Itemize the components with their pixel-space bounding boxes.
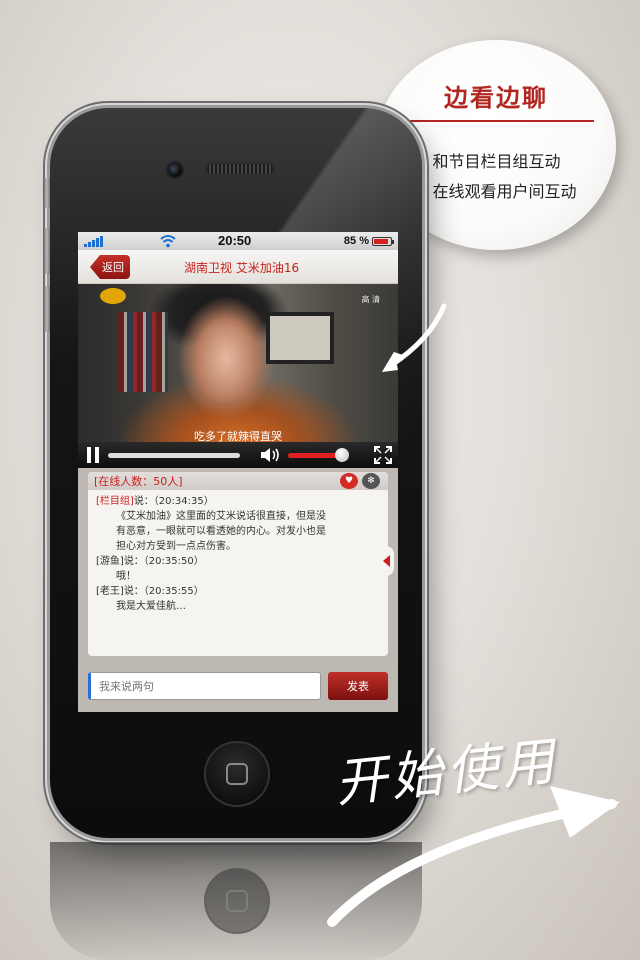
volume-icon[interactable]	[260, 447, 282, 463]
chat-message-list: [栏目组]说：（20:34:35） 《艾米加油》这里面的艾米说话很直接，但是没 …	[88, 490, 388, 614]
chat-message-text: 我是大爱佳航…	[116, 601, 186, 612]
chevron-left-icon[interactable]	[378, 546, 394, 576]
front-camera	[166, 161, 184, 179]
chat-sender: [游鱼]	[96, 556, 124, 567]
player-controls	[78, 442, 398, 468]
bubble-title: 边看边聊	[444, 84, 548, 112]
video-subtitle: 吃多了就辣得直哭	[194, 430, 282, 442]
back-button[interactable]: 返回	[90, 255, 130, 279]
wifi-icon	[160, 235, 176, 248]
chat-message: [老王]说：（20:35:55） 我是大爱佳航…	[96, 584, 356, 614]
bubble-divider	[408, 120, 594, 122]
arrow-icon	[382, 303, 447, 372]
bubble-item-program-interaction: • 和节目栏目组互动	[418, 152, 561, 171]
online-count: [在线人数：50人]	[94, 475, 183, 488]
video-player[interactable]: 高 清 吃多了就辣得直哭	[78, 284, 398, 442]
send-button[interactable]: 发表	[328, 672, 388, 700]
chat-input[interactable]	[88, 672, 321, 700]
pause-icon[interactable]	[86, 447, 100, 463]
chat-area: [在线人数：50人] ♥ ✻ [栏目组]说：（20:34:35） 《艾米加油》这…	[78, 468, 398, 712]
earpiece-speaker	[205, 162, 275, 176]
signal-icon	[84, 235, 103, 247]
chat-header: [在线人数：50人] ♥ ✻	[88, 472, 388, 490]
chat-message-text: 担心对方受到一点点伤害。	[116, 541, 236, 552]
start-arrow-icon[interactable]	[320, 780, 630, 930]
volume-slider[interactable]	[288, 448, 349, 462]
share-icon[interactable]: ✻	[362, 473, 380, 489]
chat-message: [游鱼]说：（20:35:50） 哦！	[96, 554, 356, 584]
app-screen: 20:50 85 % 返回 湖南卫视 艾米加油16 高 清 吃多了就辣得直哭 […	[78, 232, 398, 712]
chat-message-text: 有恶意，一眼就可以看透她的内心。对发小也是	[116, 526, 326, 537]
chat-message-text: 《艾米加油》这里面的艾米说话很直接，但是没	[116, 511, 326, 522]
chat-meta: 说：（20:35:55）	[123, 586, 204, 597]
channel-logo	[100, 288, 126, 304]
chat-meta: 说：（20:35:50）	[123, 556, 204, 567]
page-title: 湖南卫视 艾米加油16	[184, 261, 300, 275]
volume-down-button	[43, 286, 50, 332]
chat-input-row: 发表	[88, 672, 388, 702]
chat-sender: [老王]	[96, 586, 124, 597]
heart-icon[interactable]: ♥	[340, 473, 358, 489]
chat-sender: [栏目组]	[96, 496, 134, 507]
chat-message-text: 哦！	[116, 571, 136, 582]
battery-icon	[372, 236, 394, 246]
volume-slider-knob[interactable]	[335, 448, 349, 462]
home-button-icon[interactable]	[204, 741, 270, 807]
nav-bar: 返回 湖南卫视 艾米加油16	[78, 250, 398, 284]
chat-meta: 说：（20:34:35）	[133, 496, 214, 507]
chat-panel[interactable]: [在线人数：50人] ♥ ✻ [栏目组]说：（20:34:35） 《艾米加油》这…	[88, 472, 388, 656]
battery-percent: 85 %	[343, 235, 369, 247]
progress-bar[interactable]	[108, 453, 240, 458]
volume-up-button	[43, 228, 50, 274]
status-time: 20:50	[218, 233, 252, 248]
mute-switch	[43, 178, 50, 208]
fullscreen-icon[interactable]	[374, 446, 392, 464]
chat-message: [栏目组]说：（20:34:35） 《艾米加油》这里面的艾米说话很直接，但是没 …	[96, 494, 356, 554]
status-bar: 20:50 85 %	[78, 232, 398, 250]
